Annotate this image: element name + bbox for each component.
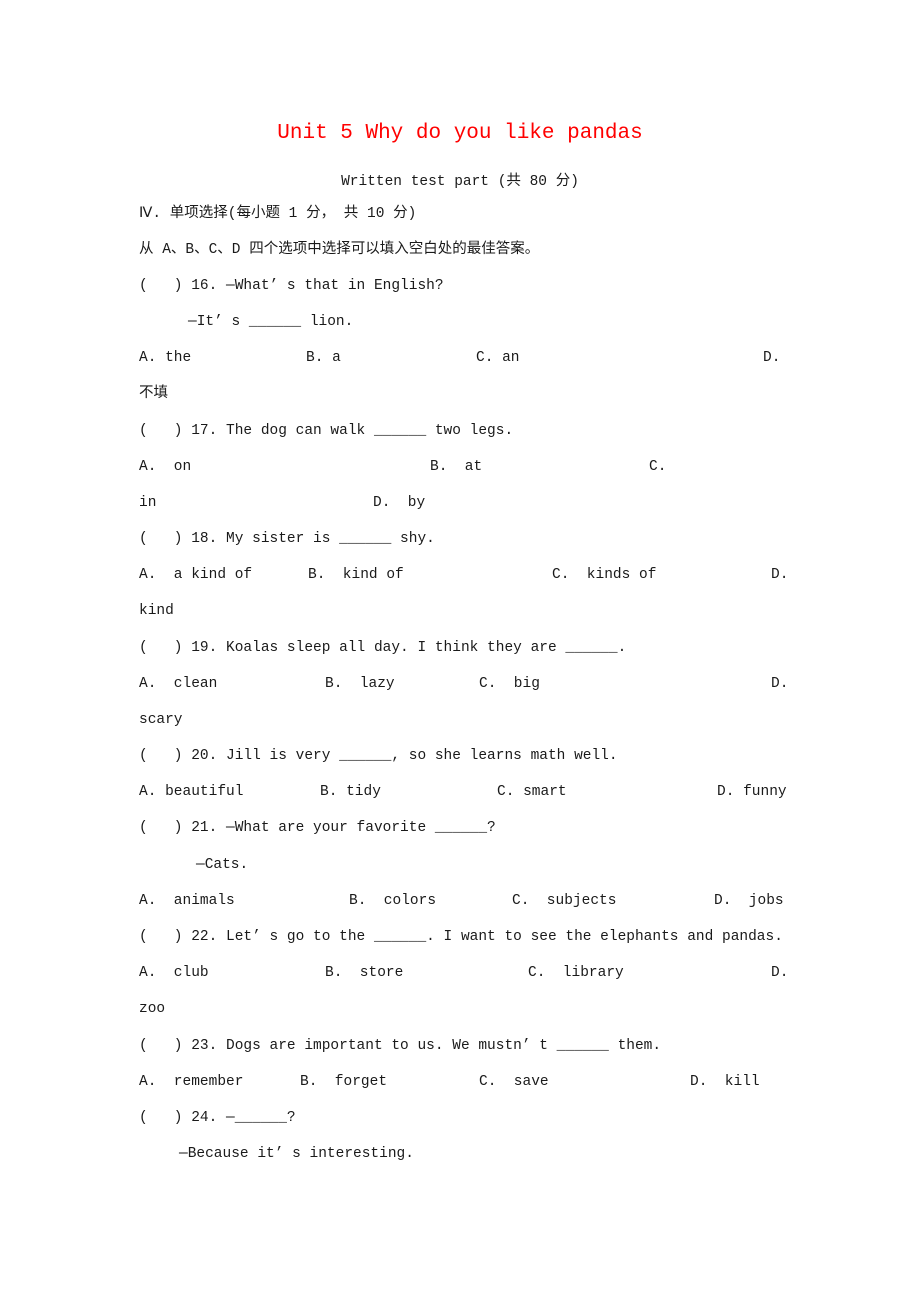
option-a: A. remember [139,1074,244,1090]
option-d: D. [771,965,789,981]
option-d-text: scary [139,712,183,728]
option-c: C. smart [497,784,567,800]
page-title: Unit 5 Why do you like pandas [277,122,643,145]
question-stem: ( ) 17. The dog can walk ______ two legs… [139,423,514,439]
option-c: C. subjects [512,893,617,909]
question-stem: ( ) 18. My sister is ______ shy. [139,531,435,547]
option-b: B. lazy [325,676,395,692]
section-instruction: 从 A、B、C、D 四个选项中选择可以填入空白处的最佳答案。 [139,242,540,258]
option-c: C. an [476,350,520,366]
question-stem-answer: —Because it’ s interesting. [179,1146,414,1162]
page-subtitle: Written test part (共 80 分) [341,174,579,190]
question-stem: ( ) 22. Let’ s go to the ______. I want … [139,929,783,945]
question-stem: ( ) 24. —______? [139,1110,296,1126]
option-a: A. the [139,350,192,366]
option-a: A. animals [139,893,235,909]
question-stem-answer: —Cats. [196,857,249,873]
option-a: A. clean [139,676,218,692]
option-b: B. kind of [308,567,404,583]
option-a: A. beautiful [139,784,244,800]
question-stem: ( ) 20. Jill is very ______, so she lear… [139,748,618,764]
option-d: D. funny [717,784,787,800]
option-c: C. [649,459,667,475]
option-c: C. library [528,965,624,981]
question-stem: ( ) 21. —What are your favorite ______? [139,820,496,836]
option-d: D. [771,676,789,692]
section-heading: Ⅳ. 单项选择(每小题 1 分， 共 10 分) [139,206,417,222]
option-d: D. jobs [714,893,784,909]
question-stem-answer: —It’ s ______ lion. [188,314,354,330]
option-b: B. forget [300,1074,388,1090]
option-c: C. kinds of [552,567,657,583]
option-c-text: in [139,495,157,511]
option-d-text: zoo [139,1001,166,1017]
option-d: D. by [373,495,426,511]
option-a: A. on [139,459,192,475]
question-stem: ( ) 19. Koalas sleep all day. I think th… [139,640,627,656]
option-b: B. a [306,350,341,366]
option-d-text: kind [139,603,174,619]
option-b: B. tidy [320,784,381,800]
option-c: C. save [479,1074,549,1090]
question-stem: ( ) 16. —What’ s that in English? [139,278,444,294]
option-b: B. colors [349,893,437,909]
option-a: A. club [139,965,209,981]
option-d: D. [771,567,789,583]
option-d-text: 不填 [139,386,168,402]
option-b: B. at [430,459,483,475]
option-b: B. store [325,965,404,981]
option-d: D. kill [690,1074,760,1090]
option-d: D. [763,350,781,366]
question-stem: ( ) 23. Dogs are important to us. We mus… [139,1038,662,1054]
option-a: A. a kind of [139,567,253,583]
option-c: C. big [479,676,540,692]
